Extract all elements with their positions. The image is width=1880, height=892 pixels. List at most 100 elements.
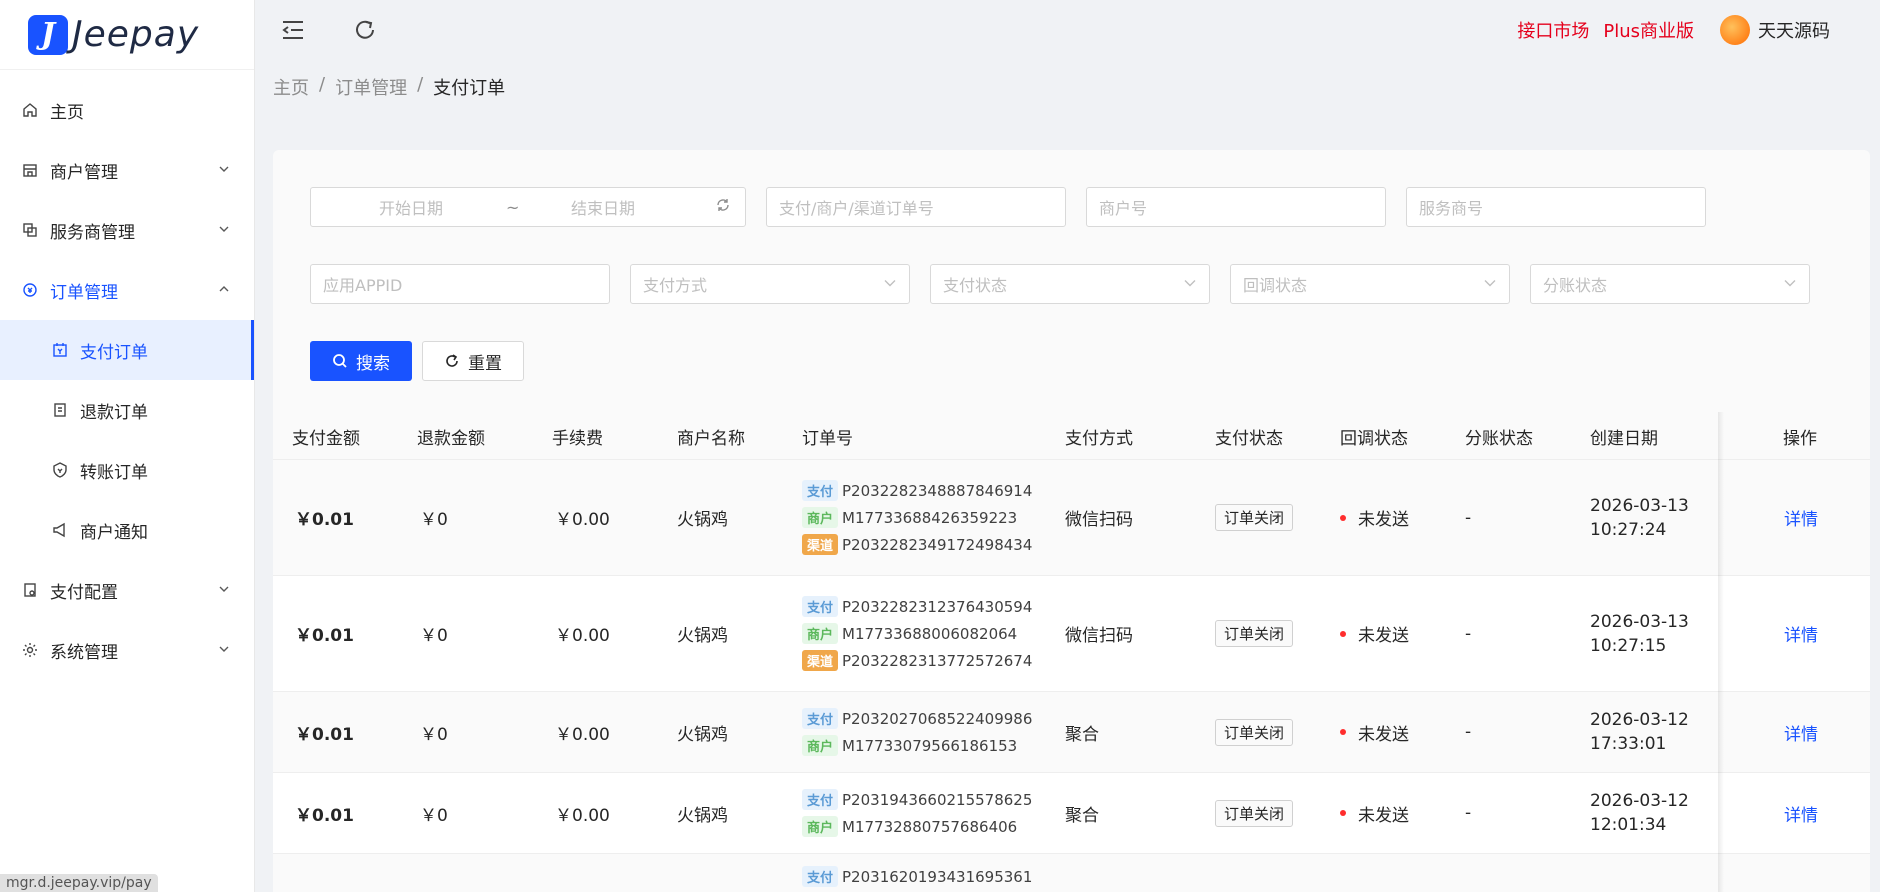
pay-state-cell: 订单关闭 [1215, 692, 1294, 772]
order-no-cell: 支付 P2032282348887846914 商户 M17733688426359… [802, 460, 1032, 575]
fee-cell: ￥0.00 [555, 626, 610, 646]
isv-no-input[interactable]: 服务商号 [1406, 187, 1706, 227]
plus-edition-link[interactable]: Plus商业版 [1603, 17, 1694, 43]
logo[interactable]: J Jeepay [0, 0, 254, 70]
refund-cell: ￥0 [420, 626, 448, 646]
mch-name-cell: 火锅鸡 [677, 510, 728, 530]
pay-order-no-text: P2032282348887846914 [842, 481, 1033, 500]
mch-order-no: 商户 M17733688006082064 [802, 623, 1017, 644]
sidebar-item-label: 支付订单 [80, 342, 148, 363]
menu-fold-icon [282, 21, 303, 39]
sidebar-item-pay-order[interactable]: 支付订单 [0, 320, 254, 380]
order-no-cell: 支付 P2031620193431695361 [802, 854, 1032, 892]
refund-cell: ￥0 [420, 510, 448, 530]
amount-cell: ￥0.01 [295, 805, 354, 826]
logo-text: Jeepay [72, 14, 200, 55]
col-fee: 手续费 [552, 428, 603, 449]
breadcrumb-orders[interactable]: 订单管理 [335, 74, 407, 100]
notify-state-text: 未发送 [1358, 724, 1409, 745]
created-time: 10:27:15 [1590, 635, 1667, 656]
status-badge: 订单关闭 [1215, 620, 1294, 647]
detail-link[interactable]: 详情 [1784, 621, 1818, 646]
sidebar-item-home[interactable]: 主页 [0, 80, 254, 140]
division-state-select[interactable]: 分账状态 [1530, 264, 1810, 304]
reset-button[interactable]: 重置 [422, 341, 524, 381]
chevron-down-icon [1183, 275, 1197, 294]
reload-icon [446, 354, 458, 367]
division-state-cell: - [1465, 722, 1472, 742]
gear-icon [20, 640, 40, 660]
notify-state-cell: 未发送 [1340, 460, 1409, 575]
logo-mark: J [28, 14, 68, 55]
sidebar-item-transfer-order[interactable]: 转账订单 [0, 440, 254, 500]
pay-state-cell: 订单关闭 [1215, 460, 1294, 575]
action-cell: 详情 [1784, 460, 1818, 575]
pay-order-no-text: P2032282312376430594 [842, 597, 1033, 616]
sidebar-item-merchant[interactable]: 商户管理 [0, 140, 254, 200]
fee-cell: ￥0.00 [555, 724, 610, 745]
pay-way-placeholder: 支付方式 [643, 276, 708, 295]
app-id-placeholder: 应用APPID [323, 276, 403, 295]
mch-tag: 商户 [802, 623, 839, 644]
detail-link[interactable]: 详情 [1784, 801, 1818, 826]
table-row: ￥0.01 ￥0 ￥0.00 火锅鸡 支付 P203194366021557862… [273, 773, 1870, 854]
col-action: 操作 [1783, 428, 1817, 449]
side-menu: 主页 商户管理 服务商管理 订单管理 支付订单 退款订单 转账订单 商户通知 支… [0, 70, 254, 680]
notify-state-cell: 未发送 [1340, 576, 1409, 691]
detail-link[interactable]: 详情 [1784, 505, 1818, 530]
col-created-date: 创建日期 [1590, 428, 1658, 449]
pay-tag: 支付 [802, 596, 839, 617]
chevron-down-icon [1783, 275, 1797, 294]
pay-order-no-text: P2032027068522409986 [842, 709, 1033, 728]
avatar [1720, 15, 1750, 45]
user-menu[interactable]: 天天源码 [1720, 15, 1830, 45]
col-notify-state: 回调状态 [1340, 428, 1408, 449]
pay-way-cell: 聚合 [1065, 805, 1099, 826]
sidebar-item-refund-order[interactable]: 退款订单 [0, 380, 254, 440]
sidebar-item-orders[interactable]: 订单管理 [0, 260, 254, 320]
created-time: 12:01:34 [1590, 815, 1667, 835]
notify-state-select[interactable]: 回调状态 [1230, 264, 1510, 304]
channel-order-no-text: P2032282349172498434 [842, 535, 1033, 554]
menu-fold-button[interactable] [273, 10, 313, 50]
chevron-down-icon [883, 275, 897, 294]
reload-button[interactable] [345, 10, 385, 50]
pay-way-cell: 微信扫码 [1065, 626, 1133, 646]
pay-way-select[interactable]: 支付方式 [630, 264, 910, 304]
detail-link[interactable]: 详情 [1784, 720, 1818, 745]
app-id-input[interactable]: 应用APPID [310, 264, 610, 304]
created-date-cell: 2026-03-12 12:01:34 [1590, 773, 1689, 853]
date-range-picker[interactable]: 开始日期 ~ 结束日期 [310, 187, 746, 227]
pay-state-select[interactable]: 支付状态 [930, 264, 1210, 304]
sidebar-item-notify[interactable]: 商户通知 [0, 500, 254, 560]
sidebar-item-pay-config[interactable]: 支付配置 [0, 560, 254, 620]
sidebar-item-label: 转账订单 [80, 462, 148, 483]
fee-cell: ￥0.00 [555, 805, 610, 826]
mch-name-cell: 火锅鸡 [677, 724, 728, 745]
start-date-placeholder: 开始日期 [379, 199, 444, 218]
chevron-down-icon [218, 160, 230, 180]
isv-no-placeholder: 服务商号 [1419, 199, 1484, 218]
mch-no-input[interactable]: 商户号 [1086, 187, 1386, 227]
sidebar-item-isv[interactable]: 服务商管理 [0, 200, 254, 260]
pay-way-cell: 聚合 [1065, 724, 1099, 745]
order-no-input[interactable]: 支付/商户/渠道订单号 [766, 187, 1066, 227]
api-market-link[interactable]: 接口市场 [1517, 17, 1589, 43]
amount-cell: ￥0.01 [295, 626, 354, 646]
channel-tag: 渠道 [802, 650, 839, 671]
channel-order-no: 渠道 P2032282313772572674 [802, 650, 1032, 671]
mch-tag: 商户 [802, 735, 839, 756]
copy-icon [20, 220, 40, 240]
pay-way-cell: 微信扫码 [1065, 510, 1133, 530]
breadcrumb-home[interactable]: 主页 [273, 74, 309, 100]
amount-cell: ￥0.01 [295, 510, 354, 530]
pay-state-cell: 订单关闭 [1215, 773, 1294, 853]
chevron-down-icon [1483, 275, 1497, 294]
col-pay-state: 支付状态 [1215, 428, 1283, 449]
notify-state-cell: 未发送 [1340, 773, 1409, 853]
sidebar-item-system[interactable]: 系统管理 [0, 620, 254, 680]
chevron-down-icon [218, 640, 230, 660]
search-button[interactable]: 搜索 [310, 341, 412, 381]
created-date-cell: 2026-03-13 10:27:15 [1590, 576, 1689, 691]
sidebar-item-label: 订单管理 [50, 282, 118, 303]
